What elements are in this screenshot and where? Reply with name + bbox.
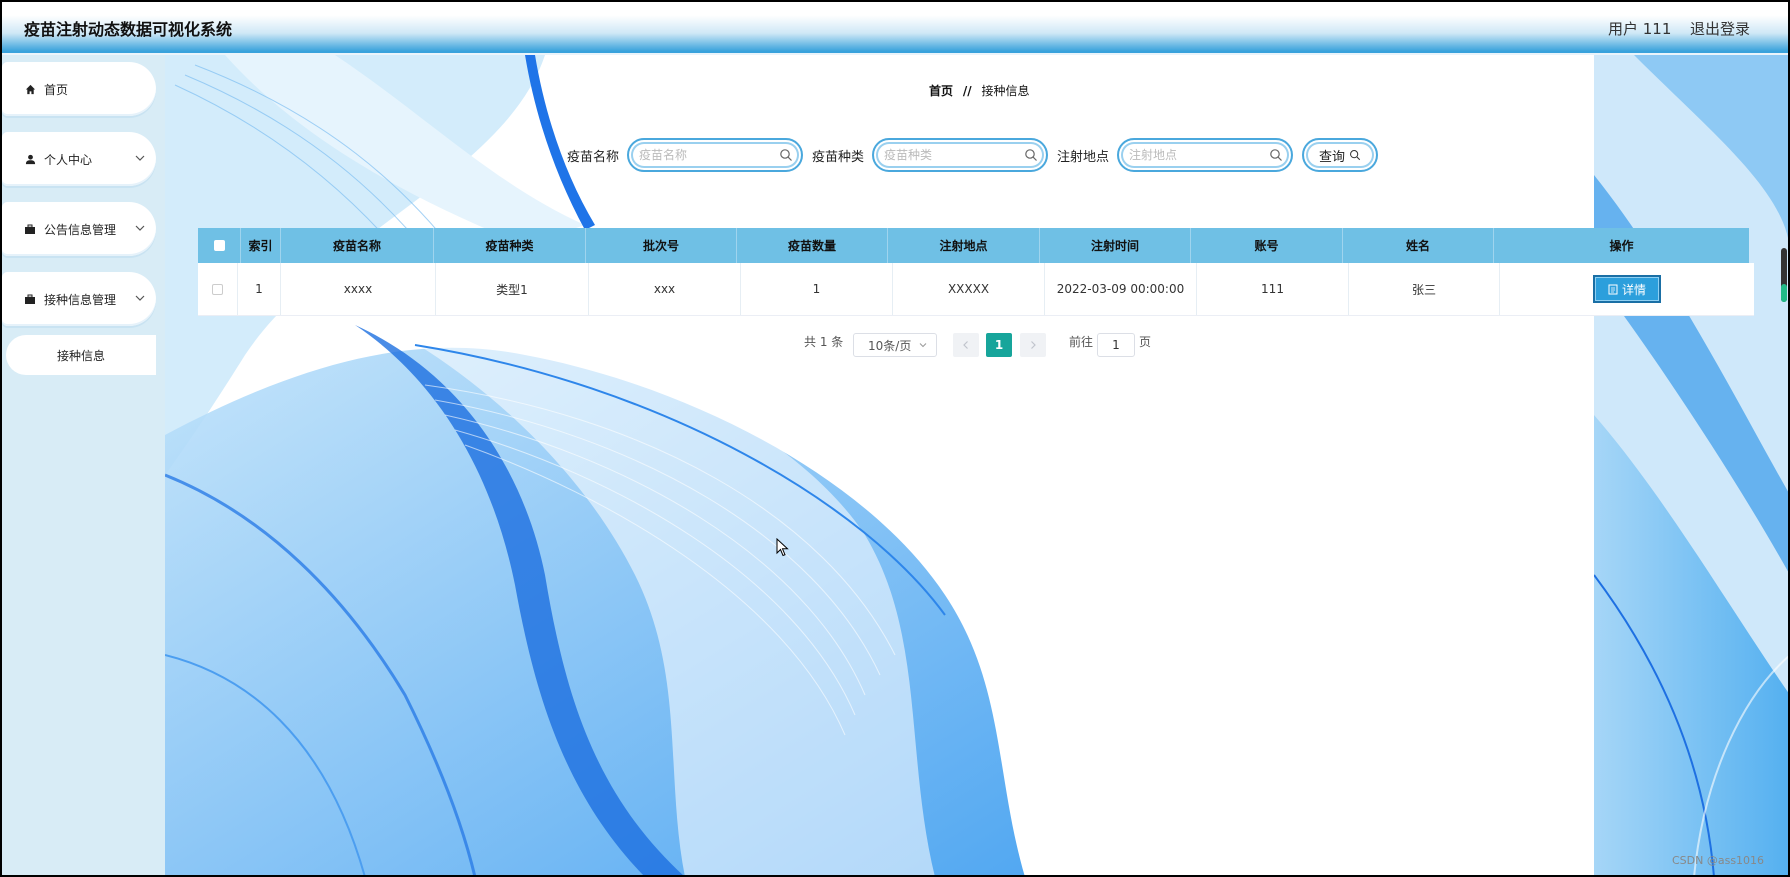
detail-button[interactable]: 详情	[1593, 275, 1661, 303]
cell-quantity: 1	[741, 263, 893, 315]
query-button[interactable]: 查询	[1302, 138, 1378, 172]
table-header-row: 索引 疫苗名称 疫苗种类 批次号 疫苗数量 注射地点 注射时间 账号 姓名 操作	[198, 228, 1749, 263]
prev-page-button[interactable]	[953, 333, 979, 357]
detail-button-label: 详情	[1621, 282, 1646, 297]
cell-index: 1	[238, 263, 281, 315]
select-all-checkbox[interactable]	[213, 240, 225, 251]
cell-vaccine-name: xxxx	[281, 263, 436, 315]
row-checkbox[interactable]	[212, 283, 223, 295]
chevron-down-icon	[135, 155, 145, 161]
column-header: 索引	[241, 228, 281, 263]
user-icon	[24, 153, 36, 165]
goto-label: 前往	[1069, 335, 1094, 349]
top-header: 疫苗注射动态数据可视化系统 用户 111 退出登录	[0, 0, 1790, 53]
page-size-value: 10条/页	[868, 338, 912, 353]
page-size-select[interactable]: 10条/页	[853, 333, 937, 357]
column-header: 注射时间	[1040, 228, 1191, 263]
column-header: 疫苗数量	[737, 228, 888, 263]
sidebar-subitem-vaccination-info[interactable]: 接种信息	[6, 335, 156, 375]
column-header: 账号	[1191, 228, 1343, 263]
row-select-cell	[198, 263, 238, 315]
page-suffix-label: 页	[1139, 335, 1152, 349]
search-icon	[780, 149, 792, 161]
select-all-cell	[198, 228, 241, 263]
column-header: 疫苗名称	[281, 228, 434, 263]
breadcrumb-separator: //	[962, 84, 972, 98]
wave-background-art	[165, 55, 1025, 877]
breadcrumb: 首页 // 接种信息	[929, 82, 1029, 99]
vaccine-type-label: 疫苗种类	[812, 150, 865, 165]
cell-injection-time: 2022-03-09 00:00:00	[1045, 263, 1197, 315]
page-scrollbar-indicator	[1781, 284, 1787, 302]
vaccine-name-label: 疫苗名称	[567, 150, 620, 165]
search-icon	[1350, 150, 1361, 161]
sidebar-item-profile[interactable]: 个人中心	[2, 132, 156, 186]
right-background-panel	[1594, 55, 1790, 877]
sidebar-item-label: 个人中心	[44, 152, 93, 167]
briefcase-icon	[24, 293, 36, 305]
breadcrumb-home[interactable]: 首页	[929, 84, 953, 98]
sidebar-item-vaccination-management[interactable]: 接种信息管理	[2, 272, 156, 326]
column-header: 疫苗种类	[434, 228, 586, 263]
search-icon	[1025, 149, 1037, 161]
chevron-right-icon	[1031, 341, 1036, 349]
sidebar-item-label: 公告信息管理	[44, 222, 117, 237]
chevron-left-icon	[963, 341, 968, 349]
sidebar-item-label: 首页	[44, 82, 69, 97]
page-number-button[interactable]: 1	[986, 333, 1012, 357]
cell-vaccine-type: 类型1	[436, 263, 589, 315]
chevron-down-icon	[919, 343, 927, 348]
cell-injection-place: XXXXX	[893, 263, 1045, 315]
injection-place-field[interactable]	[1117, 138, 1293, 172]
app-title: 疫苗注射动态数据可视化系统	[24, 20, 233, 39]
sidebar: 首页 个人中心 公告信息管理 接种信息管理 接种信息	[0, 55, 165, 877]
vaccine-name-field[interactable]	[627, 138, 803, 172]
wave-background-art-right	[1594, 55, 1790, 877]
column-header: 操作	[1609, 239, 1634, 253]
column-header: 姓名	[1343, 228, 1494, 263]
vaccine-type-input[interactable]	[884, 146, 1024, 164]
cell-actions: 详情	[1500, 263, 1754, 315]
vaccine-name-input[interactable]	[639, 146, 779, 164]
sidebar-item-home[interactable]: 首页	[2, 62, 156, 116]
mouse-pointer-icon	[776, 538, 789, 557]
sidebar-item-notice-management[interactable]: 公告信息管理	[2, 202, 156, 256]
next-page-button[interactable]	[1020, 333, 1046, 357]
injection-place-label: 注射地点	[1057, 150, 1110, 165]
cell-account: 111	[1197, 263, 1349, 315]
pagination-total: 共 1 条	[804, 335, 844, 349]
cell-person-name: 张三	[1349, 263, 1500, 315]
search-icon	[1270, 149, 1282, 161]
column-header: 批次号	[586, 228, 737, 263]
current-user: 用户 111	[1608, 20, 1672, 38]
briefcase-icon	[24, 223, 36, 235]
cell-batch-number: xxx	[589, 263, 741, 315]
logout-link[interactable]: 退出登录	[1690, 18, 1750, 39]
chevron-down-icon	[135, 225, 145, 231]
document-icon	[1608, 284, 1618, 294]
sidebar-item-label: 接种信息管理	[44, 292, 117, 307]
query-button-label: 查询	[1318, 149, 1345, 165]
vaccine-type-field[interactable]	[872, 138, 1048, 172]
column-header: 注射地点	[888, 228, 1040, 263]
goto-page-input[interactable]	[1097, 333, 1135, 357]
chevron-down-icon	[135, 295, 145, 301]
content-background	[165, 55, 1790, 877]
table-row: 1 xxxx 类型1 xxx 1 XXXXX 2022-03-09 00:00:…	[198, 263, 1754, 316]
injection-place-input[interactable]	[1129, 146, 1269, 164]
home-icon	[24, 83, 36, 95]
watermark: CSDN @ass1016	[1672, 854, 1765, 867]
breadcrumb-current: 接种信息	[981, 84, 1030, 98]
